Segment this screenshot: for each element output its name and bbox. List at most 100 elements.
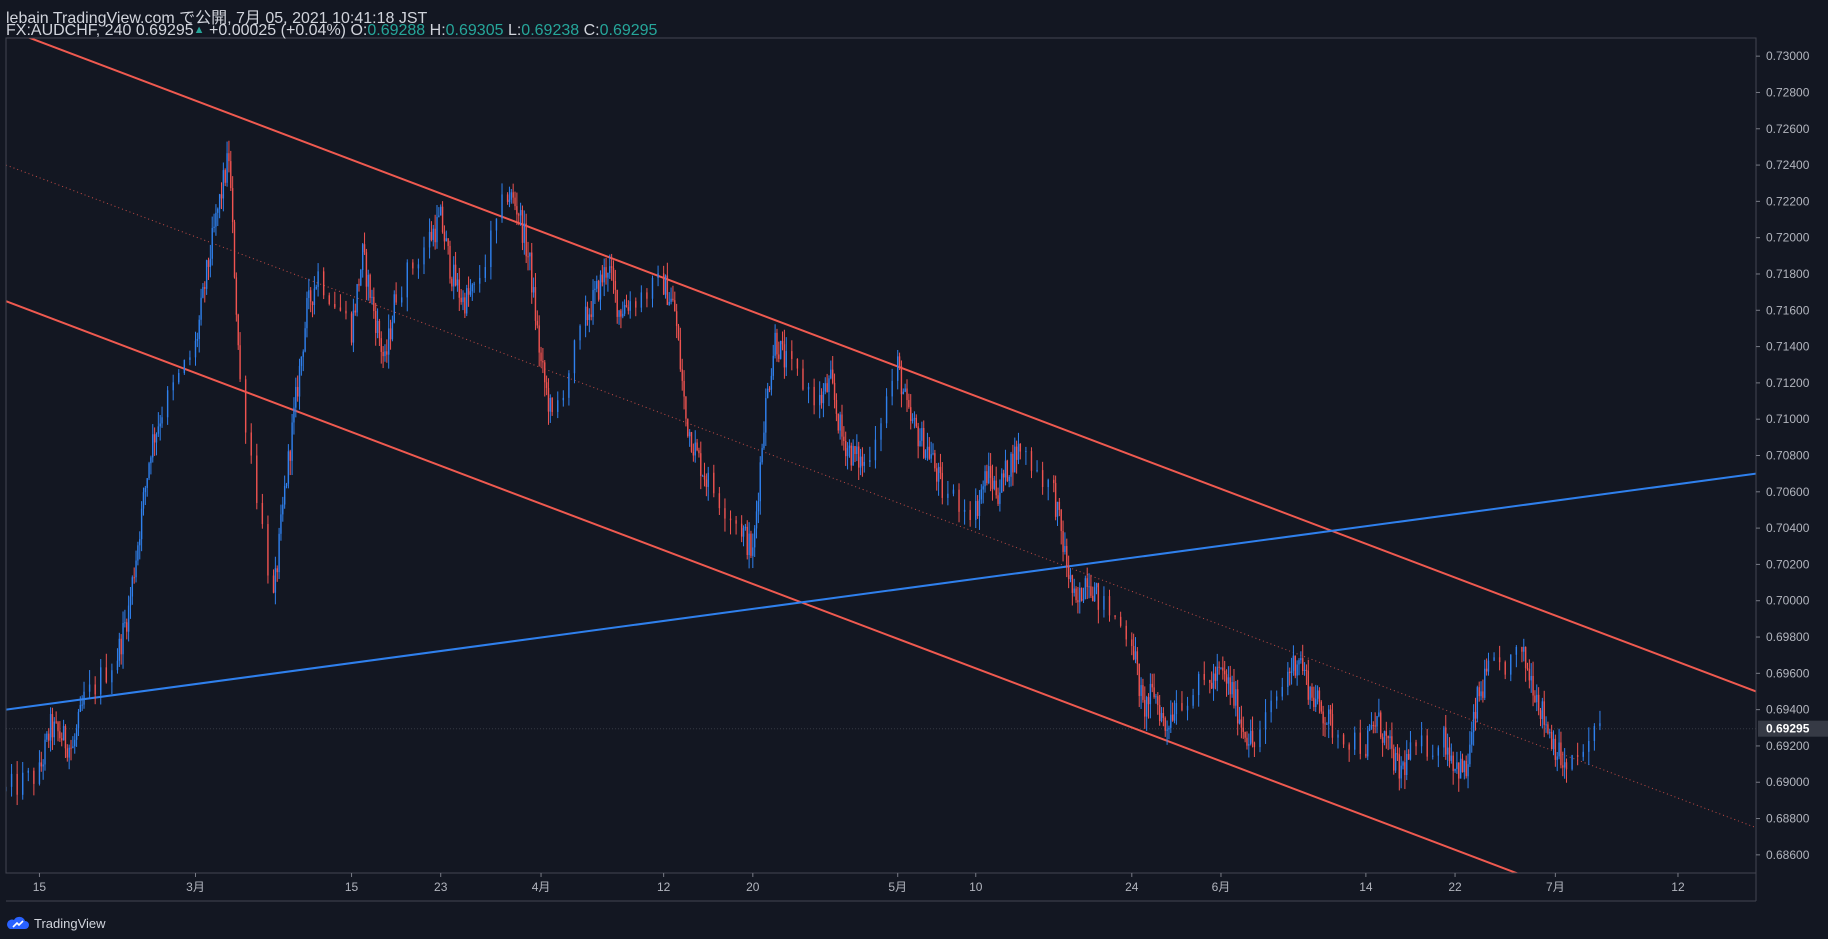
candle: [900, 360, 903, 408]
candle-body: [42, 764, 44, 767]
candle: [915, 414, 917, 428]
time-tick-label: 22: [1448, 880, 1462, 894]
symbol-label[interactable]: FX:AUDCHF, 240: [6, 22, 131, 39]
candle: [1368, 724, 1371, 732]
price-tick-label: 0.70400: [1766, 521, 1810, 535]
chart-canvas[interactable]: 0.73000 0.72800 0.72600 0.72400 0.72200 0.720…: [0, 0, 1828, 939]
candle-body: [623, 305, 626, 314]
candle: [1367, 725, 1369, 761]
candle-body: [1524, 646, 1527, 669]
candle-body: [1235, 689, 1237, 706]
candle-body: [1186, 705, 1189, 711]
candle-body: [997, 495, 999, 504]
candle: [514, 191, 516, 211]
candle-body: [590, 314, 592, 317]
candle: [1318, 687, 1321, 714]
candle-body: [133, 577, 135, 579]
candle: [1004, 449, 1007, 486]
candle: [1552, 730, 1555, 756]
candle-body: [592, 289, 594, 317]
candle: [856, 434, 858, 462]
candle-body: [701, 475, 704, 477]
candle: [51, 707, 54, 750]
candle-body: [1056, 501, 1059, 517]
open-label: O:: [350, 22, 368, 39]
candle-body: [1251, 730, 1254, 743]
candle: [718, 486, 721, 515]
candle-body: [791, 351, 793, 359]
candle: [81, 695, 83, 711]
candle: [356, 283, 358, 317]
candle-body: [523, 223, 526, 243]
candle-body: [1404, 762, 1406, 776]
candle-body: [10, 773, 13, 787]
candle-body: [304, 328, 306, 352]
candle-body: [261, 502, 264, 525]
candle-body: [874, 439, 877, 461]
candle: [309, 287, 312, 313]
candle: [1216, 653, 1218, 692]
candle: [1030, 447, 1033, 479]
candle: [16, 761, 18, 806]
candle-body: [545, 382, 548, 388]
time-tick-label: 20: [746, 880, 760, 894]
candle: [1348, 742, 1350, 762]
candle: [1498, 645, 1501, 671]
candle-body: [609, 266, 611, 273]
candle-body: [952, 489, 955, 494]
candle-body: [467, 288, 470, 295]
candle: [194, 331, 197, 366]
candle-body: [1599, 723, 1601, 727]
tradingview-footer[interactable]: TradingView: [6, 915, 106, 931]
candle-body: [1534, 695, 1536, 703]
candle-body: [1560, 742, 1562, 766]
candle: [1315, 684, 1317, 712]
candle: [466, 284, 468, 317]
candle-body: [1571, 755, 1573, 770]
candle-body: [490, 230, 492, 268]
candle: [1526, 662, 1529, 671]
candle: [1281, 677, 1283, 701]
candle: [495, 218, 498, 244]
candle-body: [471, 284, 473, 292]
candle: [1465, 755, 1467, 779]
candle-body: [1415, 742, 1417, 747]
candle: [975, 488, 977, 529]
candle-body: [828, 378, 830, 393]
candle: [685, 396, 687, 427]
candle: [1558, 728, 1560, 760]
candle-body: [1391, 736, 1393, 749]
candle-body: [1149, 683, 1152, 705]
candle-body: [620, 310, 622, 317]
candle: [545, 375, 548, 396]
candle: [1290, 657, 1293, 685]
time-tick-label: 24: [1125, 880, 1139, 894]
candle: [837, 413, 839, 434]
candle-body: [1537, 694, 1540, 711]
candle-body: [317, 271, 319, 287]
candle-body: [306, 297, 308, 329]
candle-body: [1582, 751, 1584, 757]
candle-body: [1504, 662, 1506, 675]
candle: [752, 533, 754, 569]
candle: [75, 724, 78, 747]
candle-body: [703, 475, 706, 480]
candle-body: [783, 344, 786, 368]
candle-body: [820, 394, 823, 404]
candle: [625, 294, 628, 308]
drawings-layer: [6, 38, 1756, 873]
candle-body: [1015, 446, 1018, 460]
candle: [280, 504, 282, 541]
candle-body: [1153, 687, 1155, 698]
candle-body: [451, 278, 453, 287]
candle-body: [438, 215, 440, 217]
candle-body: [360, 270, 362, 286]
candle: [562, 390, 565, 407]
candle: [690, 431, 693, 453]
candle: [127, 595, 130, 642]
candle-body: [473, 283, 475, 285]
candle-body: [1331, 713, 1334, 738]
candle: [1398, 747, 1401, 791]
candle: [1153, 673, 1155, 699]
candle-body: [911, 419, 914, 421]
